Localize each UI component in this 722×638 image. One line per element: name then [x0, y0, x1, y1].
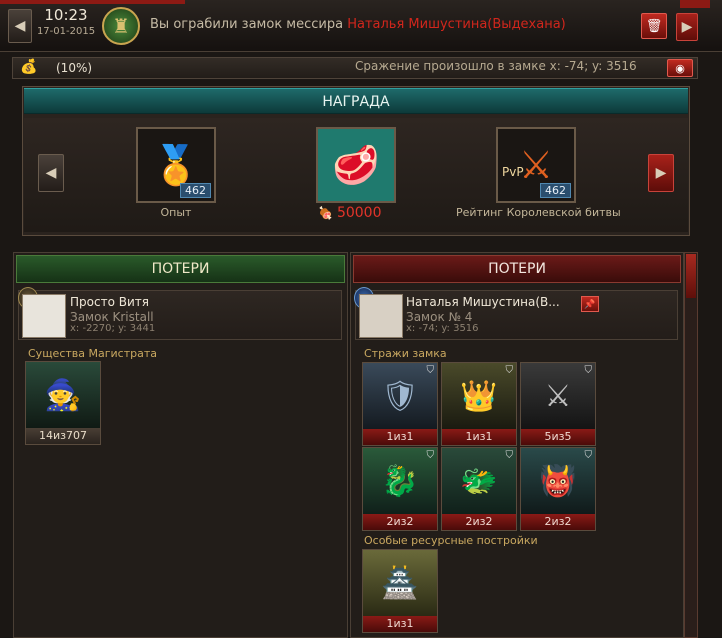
reward-label: Опыт: [160, 206, 192, 219]
reward-resources[interactable]: 🥩: [316, 127, 396, 203]
defender-castle: Замок № 4: [406, 310, 473, 324]
attacker-coords[interactable]: x: -2270; y: 3441: [70, 323, 155, 334]
message-target[interactable]: Наталья Мишустина(Выдехана): [347, 17, 566, 32]
report-type-icon: ♜: [102, 7, 140, 45]
reward-count: 462: [180, 183, 211, 198]
meat-icon: 🍖: [318, 206, 333, 220]
building-count: 1из1: [363, 616, 437, 632]
mage-unit-icon: 🧙: [26, 362, 100, 428]
shield-icon: ⛉: [426, 365, 435, 376]
view-location-button[interactable]: ◉: [667, 59, 693, 77]
reward-title: НАГРАДА: [24, 88, 688, 114]
unit-card[interactable]: 🧙 14из707: [25, 361, 101, 445]
delete-report-button[interactable]: 🗑: [641, 13, 667, 39]
shield-icon: ⛉: [505, 365, 514, 376]
meat-value: 50000: [336, 205, 382, 221]
attacker-name[interactable]: Просто Витя: [70, 295, 149, 309]
unit-card[interactable]: 🛡 ⛉ 1из1: [362, 362, 438, 446]
shield-icon: ⛉: [584, 450, 593, 461]
unit-count: 2из2: [442, 514, 516, 530]
chevron-left-icon: ◀: [45, 165, 57, 181]
loot-bag-icon: ♜: [112, 14, 130, 38]
reward-prev-button[interactable]: ◀: [38, 154, 64, 192]
building-card[interactable]: 🏯 1из1: [362, 549, 438, 633]
unit-count: 1из1: [442, 429, 516, 445]
trash-icon: 🗑: [645, 18, 663, 34]
defender-coords[interactable]: x: -74; y: 3516: [406, 323, 479, 334]
attacker-card: [18, 290, 342, 340]
unit-card[interactable]: ⚔ ⛉ 5из5: [520, 362, 596, 446]
unit-card[interactable]: 👑 ⛉ 1из1: [441, 362, 517, 446]
unit-count: 1из1: [363, 429, 437, 445]
unit-card[interactable]: 🐉 ⛉ 2из2: [362, 447, 438, 531]
shield-icon: ⛉: [426, 450, 435, 461]
unit-count: 14из707: [26, 428, 100, 444]
defender-avatar[interactable]: [359, 294, 403, 338]
message-prefix: Вы ограбили замок мессира: [150, 17, 344, 32]
report-message: Вы ограбили замок мессира Наталья Мишуст…: [150, 17, 566, 32]
unit-count: 2из2: [521, 514, 595, 530]
resource-pile-icon: 🥩: [332, 142, 380, 187]
pin-button[interactable]: 📌: [581, 296, 599, 312]
section-label: Стражи замка: [364, 347, 447, 360]
scrollbar[interactable]: [684, 252, 698, 638]
chevron-left-icon: ◀: [14, 18, 26, 34]
reward-count: 462: [540, 183, 571, 198]
unit-card[interactable]: 👹 ⛉ 2из2: [520, 447, 596, 531]
money-bag-icon: 💰: [20, 59, 38, 75]
defender-losses-title: ПОТЕРИ: [353, 255, 681, 283]
unit-count: 5из5: [521, 429, 595, 445]
header-accent: [0, 0, 185, 4]
prev-report-button[interactable]: ◀: [8, 9, 32, 43]
loot-percent: (10%): [56, 61, 93, 75]
shield-icon: ⛉: [505, 450, 514, 461]
shield-icon: ⛉: [584, 365, 593, 376]
reward-pvp-rating[interactable]: ⚔ PvP 462: [496, 127, 576, 203]
section-label: Особые ресурсные постройки: [364, 534, 538, 547]
meat-amount: 🍖 50000: [318, 204, 398, 222]
reward-next-button[interactable]: ▶: [648, 154, 674, 192]
resource-building-icon: 🏯: [363, 550, 437, 616]
date-text: 17-01-2015: [36, 26, 96, 37]
eye-icon: ◉: [675, 61, 685, 75]
attacker-avatar[interactable]: [22, 294, 66, 338]
defender-name[interactable]: Наталья Мишустина(В...: [406, 295, 560, 309]
next-report-button[interactable]: ▶: [676, 13, 698, 41]
attacker-losses-title: ПОТЕРИ: [16, 255, 345, 283]
pin-icon: 📌: [584, 300, 596, 310]
pvp-tag: PvP: [502, 165, 524, 179]
time-text: 10:23: [44, 6, 88, 24]
battle-location: Сражение произошло в замке x: -74; y: 35…: [355, 59, 637, 73]
unit-count: 2из2: [363, 514, 437, 530]
close-strip[interactable]: [680, 0, 710, 8]
unit-card[interactable]: 🐲 ⛉ 2из2: [441, 447, 517, 531]
timestamp: 10:23 17-01-2015: [36, 6, 96, 44]
scroll-thumb[interactable]: [686, 254, 696, 298]
attacker-castle: Замок Kristall: [70, 310, 154, 324]
chevron-right-icon: ▶: [655, 165, 667, 181]
reward-label: Рейтинг Королевской битвы: [456, 206, 621, 219]
reward-experience[interactable]: 🏅 462: [136, 127, 216, 203]
section-label: Существа Магистрата: [28, 347, 157, 360]
chevron-right-icon: ▶: [681, 19, 693, 35]
